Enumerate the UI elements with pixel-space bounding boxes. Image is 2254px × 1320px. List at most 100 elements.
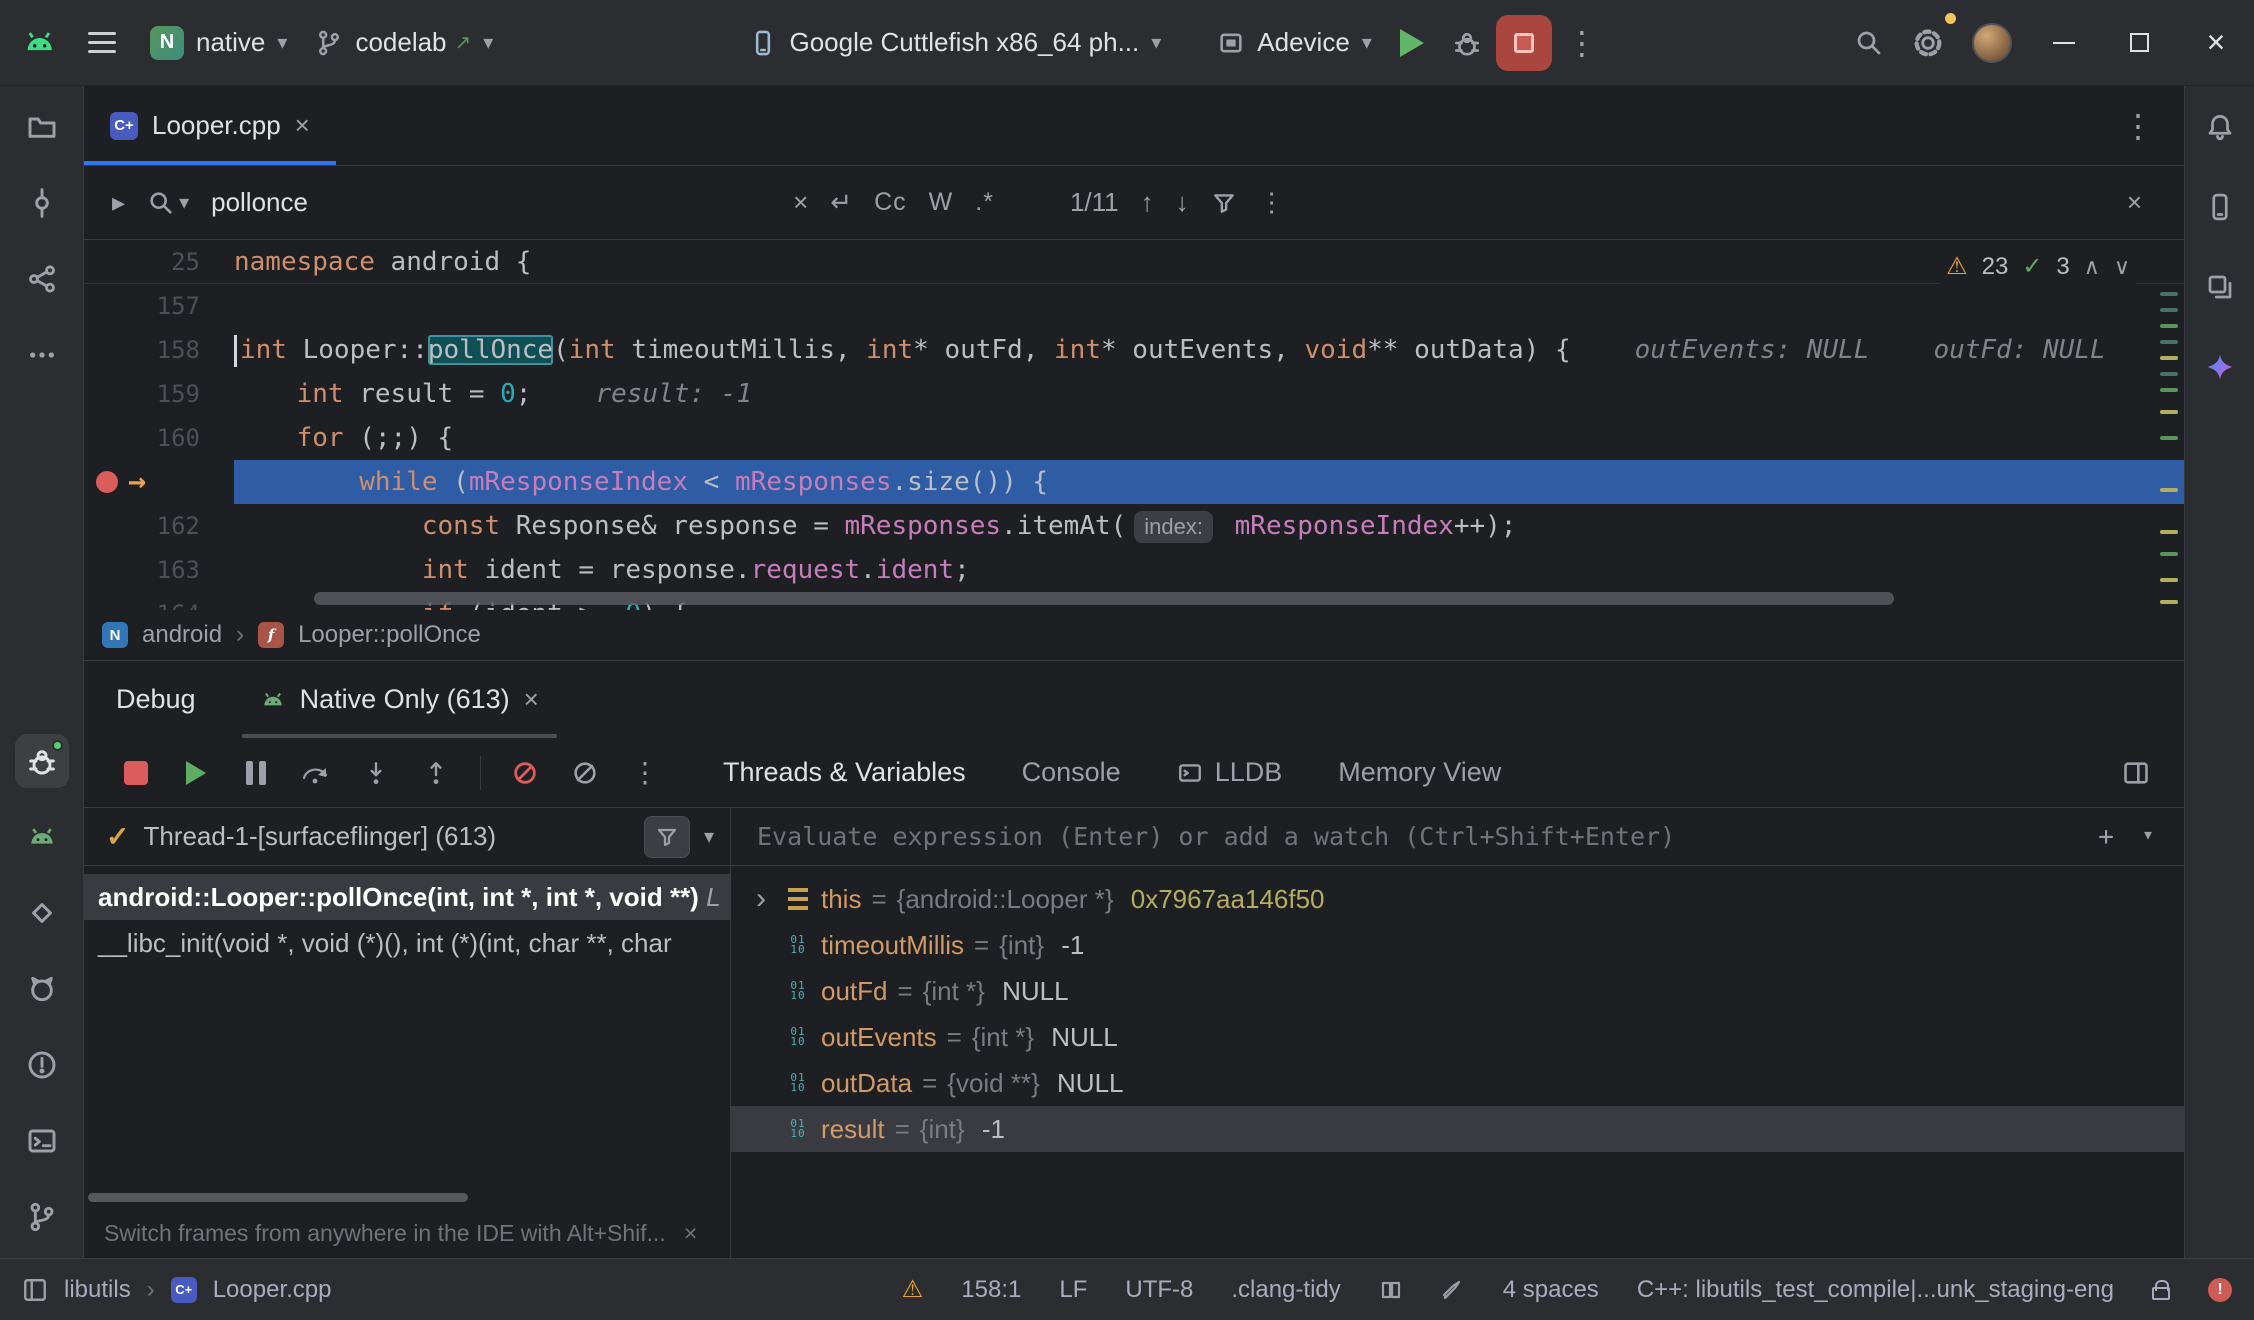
view-breakpoints-button[interactable] (499, 747, 551, 799)
gutter-line-160[interactable]: 160 (84, 416, 234, 460)
lock-icon[interactable] (2152, 1287, 2170, 1300)
gutter-line-157[interactable]: 157 (84, 284, 234, 328)
stop-session-button[interactable] (110, 747, 162, 799)
search-input[interactable]: pollonce (211, 187, 771, 218)
resume-button[interactable] (170, 747, 222, 799)
previous-match-button[interactable]: ↑ (1141, 187, 1154, 218)
dismiss-hint-icon[interactable]: × (684, 1220, 697, 1247)
device-selector[interactable]: Google Cuttlefish x86_64 ph... ▾ (735, 15, 1175, 71)
analysis-mark[interactable] (2160, 324, 2178, 328)
frame-row[interactable]: __libc_init(void *, void (*)(), int (*)(… (84, 920, 730, 966)
step-into-button[interactable] (350, 747, 402, 799)
code-line-162[interactable]: 162 const Response& response = mResponse… (84, 504, 2184, 548)
debug-tool-button[interactable] (15, 734, 69, 788)
stop-button[interactable] (1496, 15, 1552, 71)
search-everywhere-button[interactable] (1840, 15, 1898, 71)
analysis-mark[interactable] (2160, 552, 2178, 556)
maximize-button[interactable] (2102, 0, 2178, 86)
profile-button[interactable] (1958, 15, 2026, 71)
close-session-icon[interactable]: × (524, 684, 539, 715)
analysis-mark[interactable] (2160, 308, 2178, 312)
tab-threads-variables[interactable]: Threads & Variables (723, 757, 966, 788)
variable-row[interactable]: 01 10outFd = {int *} NULL (731, 968, 2184, 1014)
notifications-tool-button[interactable] (2193, 100, 2247, 154)
next-problem-icon[interactable]: ∨ (2114, 254, 2130, 280)
file-encoding[interactable]: UTF-8 (1125, 1276, 1193, 1304)
caret-position[interactable]: 158:1 (961, 1276, 1021, 1304)
whole-words-toggle[interactable]: W (929, 188, 954, 217)
logcat-tool-button[interactable] (15, 962, 69, 1016)
expand-chevron-icon[interactable]: › (747, 882, 775, 916)
tab-looper-cpp[interactable]: C+ Looper.cpp × (84, 86, 336, 165)
project-tool-button[interactable] (15, 100, 69, 154)
highlighting-level-icon[interactable] (1441, 1278, 1465, 1302)
previous-problem-icon[interactable]: ∧ (2084, 254, 2100, 280)
evaluate-expression-input[interactable]: Evaluate expression (Enter) or add a wat… (731, 808, 2184, 866)
variable-row[interactable]: 01 10result = {int} -1 (731, 1106, 2184, 1152)
breadcrumb-function[interactable]: Looper::pollOnce (298, 621, 481, 649)
code-line-159[interactable]: 159 int result = 0;result: -1 (84, 372, 2184, 416)
analysis-mark[interactable] (2160, 578, 2178, 582)
step-out-button[interactable] (410, 747, 462, 799)
breakpoint-icon[interactable] (96, 471, 118, 493)
newline-icon[interactable]: ↵ (830, 187, 852, 218)
analysis-mark[interactable] (2160, 292, 2178, 296)
commit-tool-button[interactable] (15, 176, 69, 230)
tab-console[interactable]: Console (1022, 757, 1121, 788)
analysis-mark[interactable] (2160, 530, 2178, 534)
layers-tool-button[interactable] (2193, 260, 2247, 314)
gutter-line-159[interactable]: 159 (84, 372, 234, 416)
tab-memory-view[interactable]: Memory View (1338, 757, 1501, 788)
layout-settings-button[interactable] (2110, 747, 2162, 799)
analysis-mark[interactable] (2160, 372, 2178, 376)
error-indicator-icon[interactable]: ! (2208, 1278, 2232, 1302)
search-mode-button[interactable]: ▾ (147, 189, 189, 217)
analysis-mark[interactable] (2160, 410, 2178, 414)
main-menu-button[interactable] (78, 22, 126, 63)
search-options-button[interactable]: ⋮ (1259, 187, 1285, 218)
status-module[interactable]: libutils (64, 1276, 131, 1304)
pause-button[interactable] (230, 747, 282, 799)
line-separator[interactable]: LF (1059, 1276, 1087, 1304)
code-line-163[interactable]: 163 int ident = response.request.ident; (84, 548, 2184, 592)
code-line-158[interactable]: 158int Looper::pollOnce(int timeoutMilli… (84, 328, 2184, 372)
status-file[interactable]: Looper.cpp (213, 1276, 332, 1304)
version-control-tool-button[interactable] (15, 1190, 69, 1244)
tool-window-widget-icon[interactable] (22, 1277, 48, 1303)
filter-icon[interactable] (1211, 190, 1237, 216)
add-watch-icon[interactable]: + (2098, 822, 2114, 852)
close-window-button[interactable]: × (2178, 0, 2254, 86)
frames-filter-button[interactable] (644, 816, 690, 858)
vcs-branch-selector[interactable]: codelab ↗ ▾ (301, 15, 507, 71)
running-devices-tool-button[interactable] (15, 810, 69, 864)
minimize-button[interactable] (2026, 0, 2102, 86)
horizontal-scrollbar[interactable] (314, 592, 1894, 605)
tab-options-button[interactable]: ⋮ (2108, 107, 2168, 145)
variable-row[interactable]: 01 10outEvents = {int *} NULL (731, 1014, 2184, 1060)
gutter-line-162[interactable]: 162 (84, 504, 234, 548)
gutter-line-164[interactable]: 164 (84, 592, 234, 610)
problems-tool-button[interactable] (15, 1038, 69, 1092)
structure-tool-button[interactable] (15, 252, 69, 306)
regex-toggle[interactable]: .* (975, 188, 994, 217)
analysis-mark[interactable] (2160, 388, 2178, 392)
step-over-button[interactable] (290, 747, 342, 799)
terminal-tool-button[interactable] (15, 1114, 69, 1168)
analysis-mark[interactable] (2160, 436, 2178, 440)
more-actions-button[interactable]: ⋮ (1552, 24, 1612, 62)
reader-mode-icon[interactable] (1379, 1278, 1403, 1302)
variable-row[interactable]: 01 10timeoutMillis = {int} -1 (731, 922, 2184, 968)
match-case-toggle[interactable]: Cc (874, 188, 907, 217)
debug-more-button[interactable]: ⋮ (619, 747, 671, 799)
expand-search-icon[interactable]: ▸ (112, 187, 125, 218)
analysis-mark[interactable] (2160, 600, 2178, 604)
inspections-widget[interactable]: ⚠ 23 ✓ 3 ∧ ∨ (1936, 248, 2140, 285)
more-tool-windows-button[interactable] (15, 328, 69, 382)
variable-row[interactable]: 01 10outData = {void **} NULL (731, 1060, 2184, 1106)
code-line-160[interactable]: 160 for (;;) { (84, 416, 2184, 460)
thread-dropdown-icon[interactable]: ▾ (704, 824, 714, 849)
analysis-mark[interactable] (2160, 356, 2178, 360)
thread-selector[interactable]: ✓ Thread-1-[surfaceflinger] (613) ▾ (84, 808, 730, 866)
code-line-25[interactable]: 25namespace android { (84, 240, 2184, 284)
evaluate-history-icon[interactable]: ▾ (2142, 822, 2154, 852)
